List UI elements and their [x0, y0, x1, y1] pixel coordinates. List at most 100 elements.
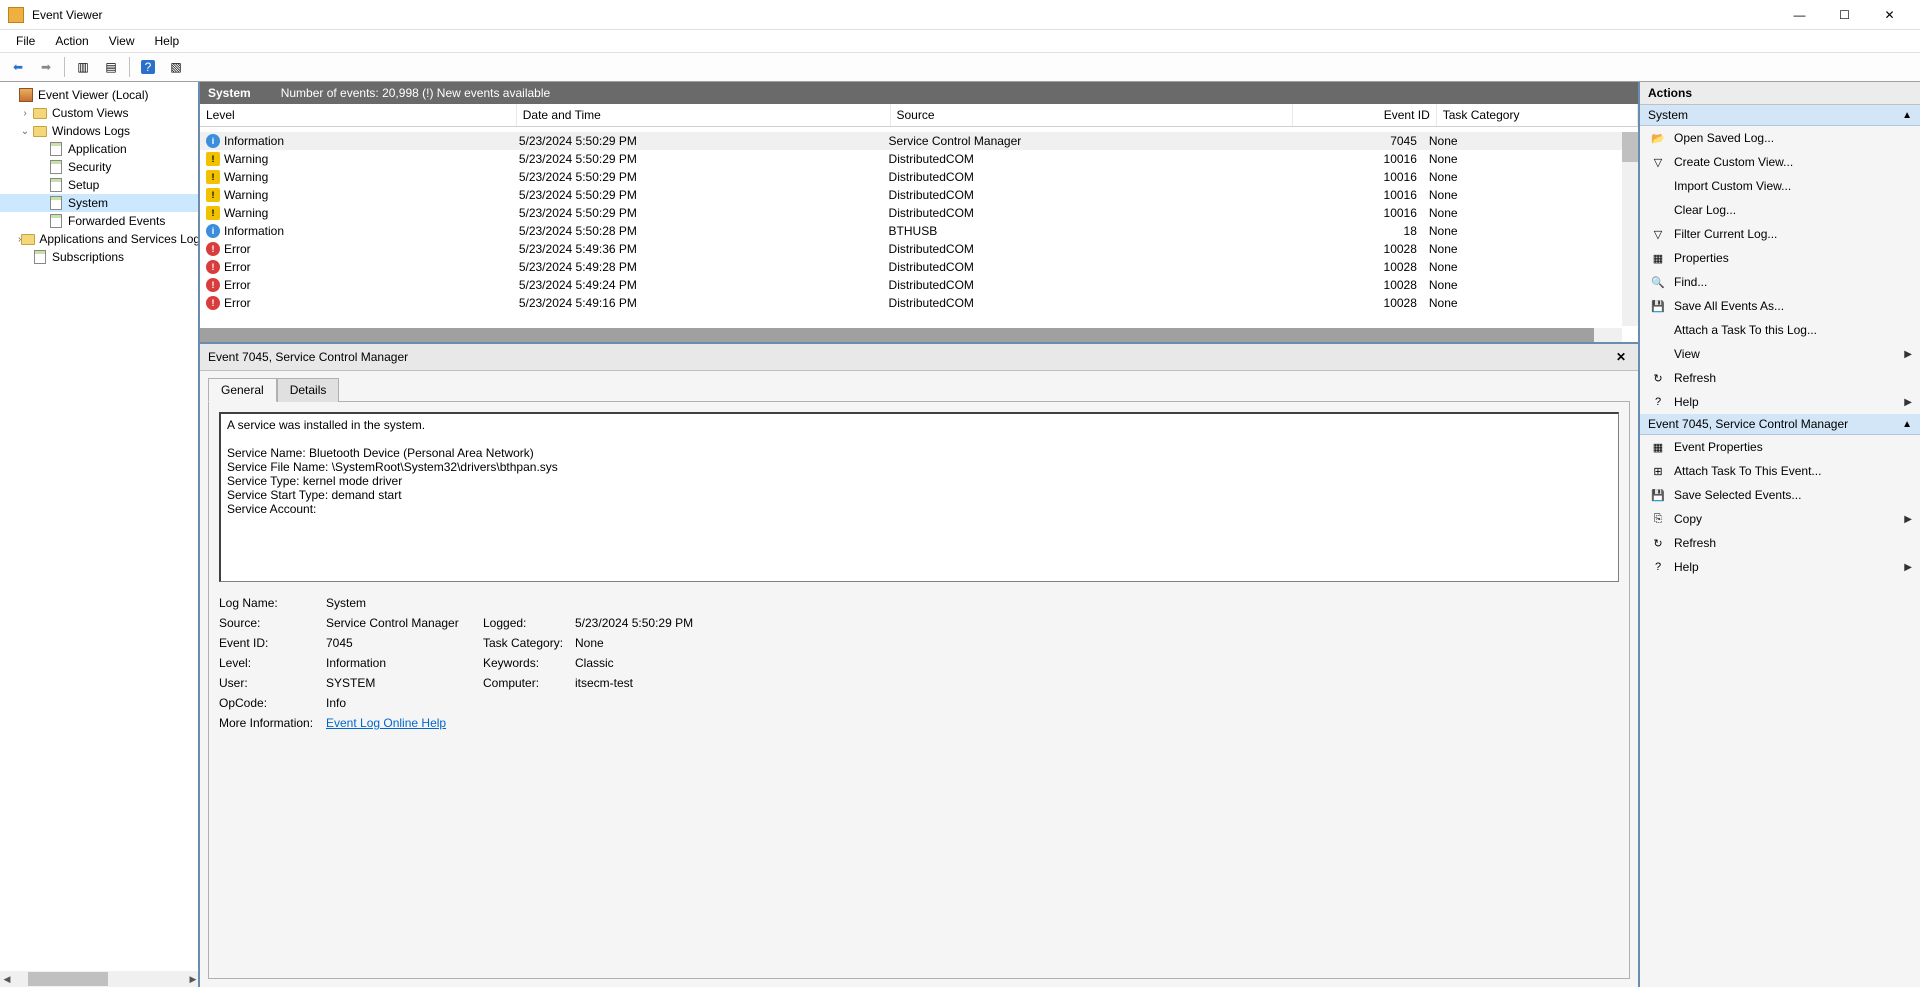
arrow-right-icon: ➡: [41, 60, 51, 74]
cell-category: None: [1423, 204, 1622, 222]
action-item[interactable]: 💾Save Selected Events...: [1640, 483, 1920, 507]
event-row[interactable]: !Error5/23/2024 5:49:28 PMDistributedCOM…: [200, 258, 1622, 276]
action-item[interactable]: ?Help▶: [1640, 555, 1920, 579]
action-icon: [1650, 346, 1666, 362]
action-item[interactable]: ▦Event Properties: [1640, 435, 1920, 459]
action-label: Help: [1674, 560, 1699, 574]
maximize-button[interactable]: ☐: [1822, 1, 1867, 29]
event-fields: Log Name: System Source: Service Control…: [219, 596, 1619, 730]
col-header-eventid[interactable]: Event ID: [1293, 104, 1437, 127]
properties-button[interactable]: ▤: [99, 55, 123, 79]
scroll-right-icon[interactable]: ▶: [186, 972, 200, 986]
cell-category: None: [1423, 294, 1622, 312]
tab-general[interactable]: General: [208, 378, 277, 402]
event-vscrollbar[interactable]: [1622, 132, 1638, 326]
event-row[interactable]: !Warning5/23/2024 5:50:29 PMDistributedC…: [200, 168, 1622, 186]
tree-log-setup[interactable]: Setup: [0, 176, 198, 194]
cell-eventid: 10028: [1281, 258, 1423, 276]
actions-section-system[interactable]: System ▲: [1640, 105, 1920, 126]
help-button[interactable]: ?: [136, 55, 160, 79]
collapse-icon[interactable]: ▲: [1902, 419, 1912, 430]
show-hide-action-button[interactable]: ▧: [164, 55, 188, 79]
action-item[interactable]: ?Help▶: [1640, 390, 1920, 414]
tree-label: Windows Logs: [52, 124, 130, 138]
close-button[interactable]: ✕: [1867, 1, 1912, 29]
link-online-help[interactable]: Event Log Online Help: [326, 716, 446, 730]
actions-section-event[interactable]: Event 7045, Service Control Manager ▲: [1640, 414, 1920, 435]
action-label: Attach Task To This Event...: [1674, 464, 1821, 478]
action-item[interactable]: ▽Create Custom View...: [1640, 150, 1920, 174]
action-item[interactable]: ⊞Attach Task To This Event...: [1640, 459, 1920, 483]
event-row[interactable]: !Error5/23/2024 5:49:36 PMDistributedCOM…: [200, 240, 1622, 258]
center-panel: System Number of events: 20,998 (!) New …: [200, 82, 1640, 987]
collapse-icon[interactable]: ⌄: [18, 126, 32, 137]
action-item[interactable]: View▶: [1640, 342, 1920, 366]
event-row[interactable]: !Warning5/23/2024 5:50:29 PMDistributedC…: [200, 204, 1622, 222]
action-label: Open Saved Log...: [1674, 131, 1774, 145]
action-item[interactable]: ▽Filter Current Log...: [1640, 222, 1920, 246]
sheet-icon: ▤: [105, 60, 116, 74]
expand-icon[interactable]: ›: [18, 108, 32, 119]
action-item[interactable]: 🔍Find...: [1640, 270, 1920, 294]
action-label: Import Custom View...: [1674, 179, 1791, 193]
scroll-thumb[interactable]: [200, 328, 1594, 342]
tree-subscriptions[interactable]: Subscriptions: [0, 248, 198, 266]
event-row[interactable]: iInformation5/23/2024 5:50:29 PMService …: [200, 132, 1622, 150]
event-row[interactable]: iInformation5/23/2024 5:50:28 PMBTHUSB18…: [200, 222, 1622, 240]
event-row[interactable]: !Warning5/23/2024 5:50:29 PMDistributedC…: [200, 150, 1622, 168]
action-item[interactable]: ↻Refresh: [1640, 366, 1920, 390]
action-item[interactable]: 📂Open Saved Log...: [1640, 126, 1920, 150]
tab-details[interactable]: Details: [277, 378, 340, 402]
show-hide-tree-button[interactable]: ▥: [71, 55, 95, 79]
close-detail-button[interactable]: ✕: [1612, 348, 1630, 366]
cell-category: None: [1423, 168, 1622, 186]
tree-root[interactable]: Event Viewer (Local): [0, 86, 198, 104]
tree-log-system[interactable]: System: [0, 194, 198, 212]
action-item[interactable]: ▦Properties: [1640, 246, 1920, 270]
event-description[interactable]: A service was installed in the system. S…: [219, 412, 1619, 582]
info-icon: i: [206, 224, 220, 238]
navigation-tree[interactable]: Event Viewer (Local) › Custom Views ⌄ Wi…: [0, 82, 200, 987]
action-item[interactable]: ↻Refresh: [1640, 531, 1920, 555]
cell-datetime: 5/23/2024 5:50:29 PM: [513, 204, 883, 222]
action-item[interactable]: 💾Save All Events As...: [1640, 294, 1920, 318]
tree-windows-logs[interactable]: ⌄ Windows Logs: [0, 122, 198, 140]
event-row[interactable]: !Error5/23/2024 5:49:24 PMDistributedCOM…: [200, 276, 1622, 294]
cell-category: None: [1423, 276, 1622, 294]
toolbar: ⬅ ➡ ▥ ▤ ? ▧: [0, 52, 1920, 82]
event-hscrollbar[interactable]: [200, 328, 1622, 342]
event-row[interactable]: !Error5/23/2024 5:49:16 PMDistributedCOM…: [200, 294, 1622, 312]
back-button[interactable]: ⬅: [6, 55, 30, 79]
minimize-button[interactable]: —: [1777, 1, 1822, 29]
tree-label: Forwarded Events: [68, 214, 165, 228]
col-header-level[interactable]: Level: [200, 104, 516, 127]
collapse-icon[interactable]: ▲: [1902, 110, 1912, 121]
value-level: Information: [326, 656, 481, 670]
action-item[interactable]: Import Custom View...: [1640, 174, 1920, 198]
scroll-thumb[interactable]: [1622, 132, 1638, 162]
cell-source: Service Control Manager: [883, 132, 1281, 150]
menu-action[interactable]: Action: [45, 32, 98, 50]
tree-log-application[interactable]: Application: [0, 140, 198, 158]
tree-log-security[interactable]: Security: [0, 158, 198, 176]
action-item[interactable]: Clear Log...: [1640, 198, 1920, 222]
col-header-source[interactable]: Source: [890, 104, 1293, 127]
action-item[interactable]: ⎘Copy▶: [1640, 507, 1920, 531]
event-list[interactable]: Level Date and Time Source Event ID Task…: [200, 104, 1638, 344]
event-row[interactable]: !Warning5/23/2024 5:50:29 PMDistributedC…: [200, 186, 1622, 204]
menu-file[interactable]: File: [6, 32, 45, 50]
col-header-category[interactable]: Task Category: [1436, 104, 1637, 127]
titlebar: Event Viewer — ☐ ✕: [0, 0, 1920, 30]
forward-button[interactable]: ➡: [34, 55, 58, 79]
menu-help[interactable]: Help: [145, 32, 190, 50]
action-item[interactable]: Attach a Task To this Log...: [1640, 318, 1920, 342]
tree-log-forwarded[interactable]: Forwarded Events: [0, 212, 198, 230]
scroll-thumb[interactable]: [28, 972, 108, 986]
action-label: Filter Current Log...: [1674, 227, 1777, 241]
scroll-left-icon[interactable]: ◀: [0, 972, 14, 986]
tree-custom-views[interactable]: › Custom Views: [0, 104, 198, 122]
tree-hscrollbar[interactable]: ◀ ▶: [0, 971, 200, 987]
tree-app-services[interactable]: › Applications and Services Logs: [0, 230, 198, 248]
menu-view[interactable]: View: [99, 32, 145, 50]
col-header-datetime[interactable]: Date and Time: [516, 104, 890, 127]
